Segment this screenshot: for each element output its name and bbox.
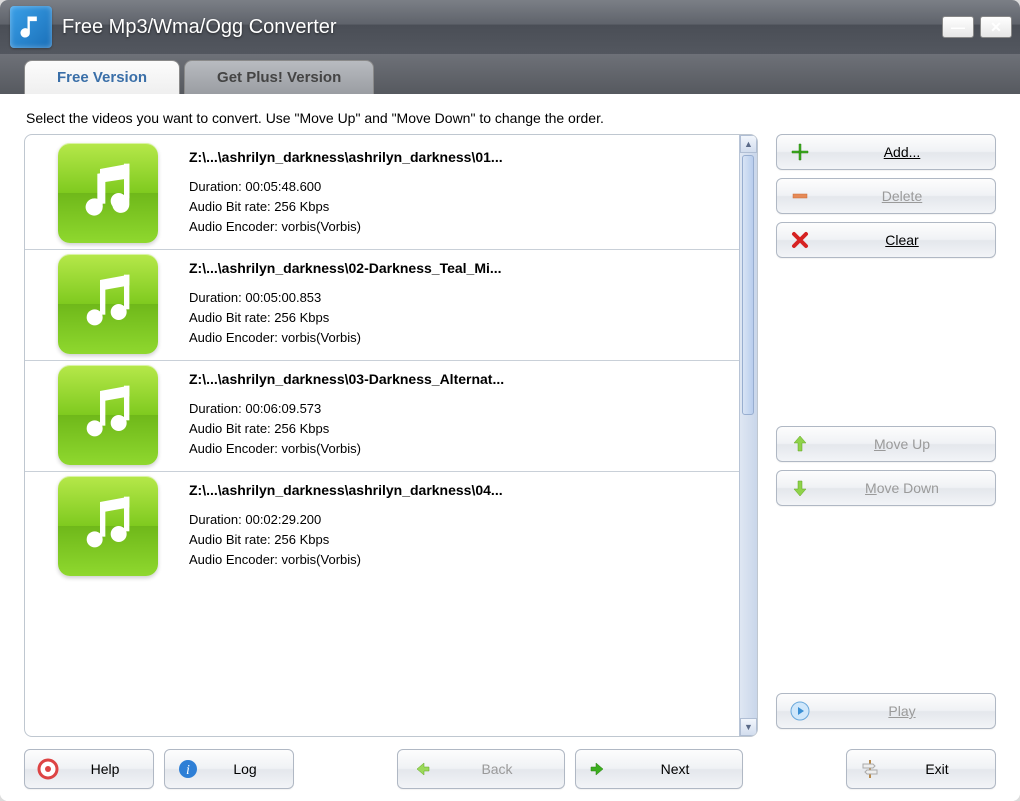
help-button[interactable]: Help bbox=[24, 749, 154, 789]
delete-label: Delete bbox=[882, 188, 922, 204]
item-encoder: Audio Encoder: vorbis(Vorbis) bbox=[189, 439, 731, 459]
app-icon bbox=[10, 6, 52, 48]
item-bitrate: Audio Bit rate: 256 Kbps bbox=[189, 308, 731, 328]
add-button[interactable]: Add... bbox=[776, 134, 996, 170]
item-encoder: Audio Encoder: vorbis(Vorbis) bbox=[189, 217, 731, 237]
tab-plus-version[interactable]: Get Plus! Version bbox=[184, 60, 374, 94]
scroll-down-button[interactable]: ▼ bbox=[740, 718, 757, 736]
play-button[interactable]: Play bbox=[776, 693, 996, 729]
scroll-up-button[interactable]: ▲ bbox=[740, 135, 757, 153]
item-duration: Duration: 00:05:48.600 bbox=[189, 177, 731, 197]
music-note-icon bbox=[58, 476, 158, 576]
instruction-text: Select the videos you want to convert. U… bbox=[26, 110, 996, 126]
titlebar: Free Mp3/Wma/Ogg Converter — ✕ bbox=[0, 0, 1020, 54]
signpost-icon bbox=[859, 758, 881, 780]
arrow-up-icon bbox=[789, 434, 811, 454]
app-window: Free Mp3/Wma/Ogg Converter — ✕ Free Vers… bbox=[0, 0, 1020, 801]
arrow-left-icon bbox=[410, 758, 432, 780]
play-icon bbox=[789, 701, 811, 721]
item-bitrate: Audio Bit rate: 256 Kbps bbox=[189, 419, 731, 439]
scrollbar[interactable]: ▲ ▼ bbox=[739, 135, 757, 736]
list-item[interactable]: Z:\...\ashrilyn_darkness\02-Darkness_Tea… bbox=[25, 250, 739, 361]
item-encoder: Audio Encoder: vorbis(Vorbis) bbox=[189, 328, 731, 348]
list-item[interactable]: Z:\...\ashrilyn_darkness\ashrilyn_darkne… bbox=[25, 139, 739, 250]
plus-icon bbox=[789, 142, 811, 162]
file-list: Z:\...\ashrilyn_darkness\ashrilyn_darkne… bbox=[24, 134, 758, 737]
move-up-button[interactable]: Move Up bbox=[776, 426, 996, 462]
help-icon bbox=[37, 758, 59, 780]
delete-button[interactable]: Delete bbox=[776, 178, 996, 214]
close-button[interactable]: ✕ bbox=[980, 16, 1012, 38]
info-icon: i bbox=[177, 758, 199, 780]
item-bitrate: Audio Bit rate: 256 Kbps bbox=[189, 197, 731, 217]
item-bitrate: Audio Bit rate: 256 Kbps bbox=[189, 530, 731, 550]
arrow-right-icon bbox=[588, 758, 610, 780]
minus-icon bbox=[789, 186, 811, 206]
play-label: Play bbox=[888, 703, 915, 719]
exit-button[interactable]: Exit bbox=[846, 749, 996, 789]
help-label: Help bbox=[69, 761, 141, 777]
tab-free-version[interactable]: Free Version bbox=[24, 60, 180, 94]
music-note-icon bbox=[58, 365, 158, 465]
scroll-thumb[interactable] bbox=[742, 155, 754, 415]
back-button[interactable]: Back bbox=[397, 749, 565, 789]
log-label: Log bbox=[209, 761, 281, 777]
back-label: Back bbox=[442, 761, 552, 777]
exit-label: Exit bbox=[891, 761, 983, 777]
item-duration: Duration: 00:02:29.200 bbox=[189, 510, 731, 530]
item-encoder: Audio Encoder: vorbis(Vorbis) bbox=[189, 550, 731, 570]
minimize-button[interactable]: — bbox=[942, 16, 974, 38]
item-path: Z:\...\ashrilyn_darkness\03-Darkness_Alt… bbox=[189, 371, 731, 387]
add-label: Add... bbox=[884, 144, 921, 160]
item-path: Z:\...\ashrilyn_darkness\ashrilyn_darkne… bbox=[189, 482, 731, 498]
arrow-down-icon bbox=[789, 478, 811, 498]
item-path: Z:\...\ashrilyn_darkness\02-Darkness_Tea… bbox=[189, 260, 731, 276]
music-note-icon bbox=[58, 254, 158, 354]
list-item[interactable]: Z:\...\ashrilyn_darkness\ashrilyn_darkne… bbox=[25, 472, 739, 582]
music-note-icon bbox=[58, 143, 158, 243]
next-button[interactable]: Next bbox=[575, 749, 743, 789]
clear-label: Clear bbox=[885, 232, 918, 248]
window-title: Free Mp3/Wma/Ogg Converter bbox=[62, 16, 337, 39]
content-area: Select the videos you want to convert. U… bbox=[0, 94, 1020, 801]
next-label: Next bbox=[620, 761, 730, 777]
svg-text:i: i bbox=[186, 763, 190, 778]
move-down-button[interactable]: Move Down bbox=[776, 470, 996, 506]
log-button[interactable]: i Log bbox=[164, 749, 294, 789]
move-up-label: ove Up bbox=[886, 436, 930, 452]
x-icon bbox=[789, 230, 811, 250]
list-item[interactable]: Z:\...\ashrilyn_darkness\03-Darkness_Alt… bbox=[25, 361, 739, 472]
file-list-body: Z:\...\ashrilyn_darkness\ashrilyn_darkne… bbox=[25, 135, 739, 736]
bottom-bar: Help i Log Back Next Exit bbox=[24, 737, 996, 801]
item-path: Z:\...\ashrilyn_darkness\ashrilyn_darkne… bbox=[189, 149, 731, 165]
clear-button[interactable]: Clear bbox=[776, 222, 996, 258]
item-duration: Duration: 00:06:09.573 bbox=[189, 399, 731, 419]
tab-bar: Free Version Get Plus! Version bbox=[0, 54, 1020, 94]
move-down-label: ove Down bbox=[877, 480, 939, 496]
item-duration: Duration: 00:05:00.853 bbox=[189, 288, 731, 308]
side-panel: Add... Delete Clear Move Up Move bbox=[776, 134, 996, 737]
